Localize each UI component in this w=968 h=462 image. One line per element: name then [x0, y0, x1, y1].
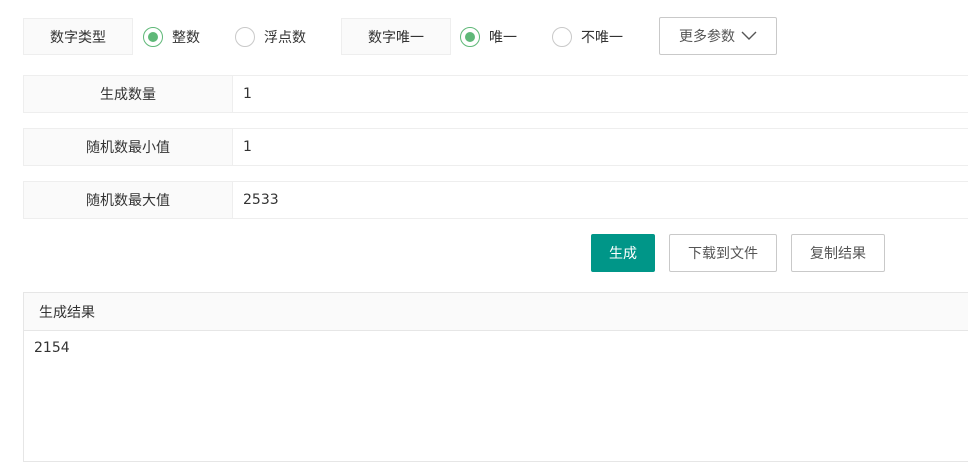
result-output[interactable]: 2154: [24, 331, 968, 365]
copy-button[interactable]: 复制结果: [791, 234, 885, 272]
number-type-label: 数字类型: [23, 18, 133, 55]
radio-unchecked-icon: [235, 27, 255, 47]
radio-label: 不唯一: [581, 30, 623, 46]
radio-label: 唯一: [489, 30, 517, 46]
more-params-label: 更多参数: [679, 29, 735, 45]
download-button[interactable]: 下载到文件: [669, 234, 777, 272]
radio-float[interactable]: 浮点数: [235, 27, 306, 47]
radio-checked-icon: [460, 27, 480, 47]
radio-checked-icon: [143, 27, 163, 47]
field-label-max: 随机数最大值: [23, 181, 233, 219]
radio-label: 浮点数: [264, 30, 306, 46]
min-input[interactable]: 1: [233, 128, 968, 166]
count-input[interactable]: 1: [233, 75, 968, 113]
more-params-button[interactable]: 更多参数: [659, 17, 777, 55]
field-label-count: 生成数量: [23, 75, 233, 113]
result-panel: 生成结果 2154: [23, 292, 968, 462]
field-label-min: 随机数最小值: [23, 128, 233, 166]
result-title: 生成结果: [24, 293, 968, 331]
generate-button[interactable]: 生成: [591, 234, 655, 272]
chevron-down-icon: [741, 31, 757, 40]
unique-label: 数字唯一: [341, 18, 451, 55]
radio-unchecked-icon: [552, 27, 572, 47]
radio-label: 整数: [172, 30, 200, 46]
radio-unique[interactable]: 唯一: [460, 27, 517, 47]
max-input[interactable]: 2533: [233, 181, 968, 219]
radio-not-unique[interactable]: 不唯一: [552, 27, 623, 47]
radio-integer[interactable]: 整数: [143, 27, 200, 47]
